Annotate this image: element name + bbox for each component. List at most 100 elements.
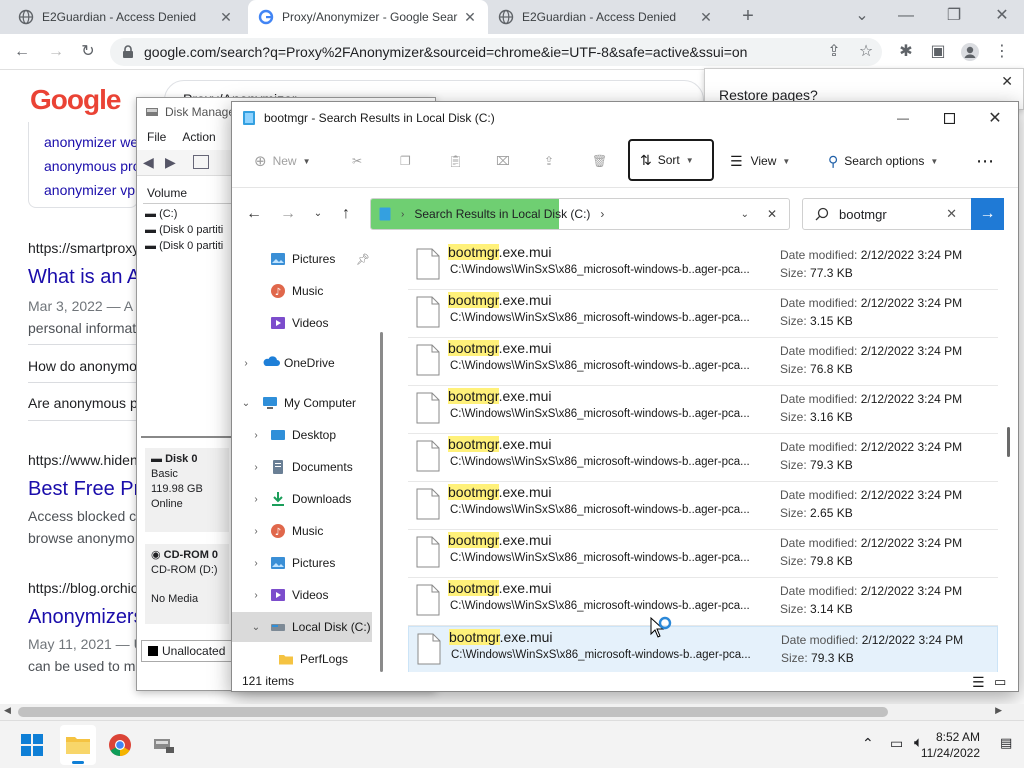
cdrom-panel[interactable]: ◉ CD-ROM 0 CD-ROM (D:) No Media <box>145 544 229 624</box>
scroll-left-icon[interactable]: ◀ <box>4 705 11 716</box>
chevron-right-icon[interactable]: › <box>600 207 604 221</box>
collapse-chevron-icon[interactable]: ⌄ <box>250 622 262 633</box>
forward-icon[interactable]: → <box>46 42 66 62</box>
copy-icon[interactable]: ❐ <box>392 146 419 176</box>
sidebar-item-downloads[interactable]: › Downloads <box>232 484 372 514</box>
show-hidden-icons-chevron-icon[interactable]: ⌃ <box>862 735 874 752</box>
delete-icon[interactable]: 🗑︎ <box>584 146 615 176</box>
related-question[interactable]: How do anonymo <box>28 358 137 374</box>
suggestion-item[interactable]: anonymous pro <box>44 158 141 174</box>
expand-chevron-icon[interactable]: › <box>240 358 252 369</box>
page-horizontal-scrollbar[interactable]: ◀ ▶ <box>0 704 1024 720</box>
search-go-button[interactable]: → <box>971 198 1004 230</box>
file-row[interactable]: bootmgr.exe.mui C:\Windows\WinSxS\x86_mic… <box>408 338 998 386</box>
start-windows-icon[interactable] <box>20 733 44 757</box>
expand-chevron-icon[interactable]: › <box>250 462 262 473</box>
expand-chevron-icon[interactable]: › <box>250 526 262 537</box>
scrollbar-thumb[interactable] <box>18 707 888 717</box>
sidebar-item-pictures[interactable]: › Pictures <box>232 548 372 578</box>
expand-chevron-icon[interactable]: › <box>250 558 262 569</box>
collapse-chevron-icon[interactable]: ⌄ <box>240 398 252 409</box>
column-header-volume[interactable]: Volume <box>143 186 243 204</box>
sort-button[interactable]: ⇅ Sort ▼ <box>628 139 714 181</box>
clear-address-icon[interactable]: ✕ <box>767 207 777 221</box>
sidebar-item-music[interactable]: › ♪ Music <box>232 516 372 546</box>
minimize-icon[interactable]: — <box>880 102 926 134</box>
maximize-icon[interactable] <box>926 102 972 134</box>
volume-row[interactable]: ▬ (C:) <box>145 208 177 220</box>
tab-search-icon[interactable]: ⌄ <box>852 6 872 26</box>
close-icon[interactable]: ✕ <box>972 102 1018 134</box>
close-icon[interactable]: ✕ <box>992 6 1012 26</box>
sidebar-item-local-disk[interactable]: ⌄ Local Disk (C:) <box>232 612 372 642</box>
share-icon[interactable]: ⇪ <box>536 146 562 176</box>
expand-chevron-icon[interactable]: › <box>250 430 262 441</box>
back-icon[interactable]: ← <box>12 42 32 62</box>
disk-management-taskbar-icon[interactable] <box>152 735 176 755</box>
extensions-icon[interactable]: ✱ <box>896 42 916 62</box>
details-view-icon[interactable]: ☰ <box>972 674 985 691</box>
search-options-button[interactable]: ⚲ Search options ▼ <box>820 146 946 176</box>
menu-kebab-icon[interactable]: ⋮ <box>992 42 1012 62</box>
bookmark-star-icon[interactable]: ☆ <box>856 42 876 62</box>
minimize-icon[interactable]: — <box>896 6 916 26</box>
forward-icon[interactable]: ▶ <box>165 154 176 171</box>
navigation-pane-scrollbar[interactable] <box>380 332 383 672</box>
disk-0-panel[interactable]: ▬ Disk 0 Basic 119.98 GB Online <box>145 448 229 532</box>
file-row[interactable]: bootmgr.exe.mui C:\Windows\WinSxS\x86_mic… <box>408 434 998 482</box>
sidebar-item-videos[interactable]: Videos <box>232 308 372 338</box>
close-icon[interactable]: ✕ <box>1001 73 1013 90</box>
reload-icon[interactable]: ↻ <box>78 42 98 62</box>
notifications-icon[interactable]: ▤ <box>1000 735 1012 751</box>
search-input[interactable]: bootmgr <box>839 207 887 222</box>
sidebar-item-music[interactable]: ♪ Music <box>232 276 372 306</box>
results-scrollbar[interactable] <box>1007 427 1010 457</box>
file-row[interactable]: bootmgr.exe.mui C:\Windows\WinSxS\x86_mic… <box>408 578 998 626</box>
back-icon[interactable]: ← <box>244 204 264 224</box>
network-icon[interactable]: ▭ <box>890 735 903 752</box>
address-bar[interactable]: google.com/search?q=Proxy%2FAnonymizer&s… <box>110 38 882 66</box>
scroll-right-icon[interactable]: ▶ <box>995 705 1002 716</box>
cut-icon[interactable]: ✂ <box>344 146 370 176</box>
sidebar-item-desktop[interactable]: › Desktop <box>232 420 372 450</box>
browser-tab-2[interactable]: Proxy/Anonymizer - Google Sear ✕ <box>248 0 488 34</box>
result-title-link[interactable]: Anonymizers <box>28 606 144 629</box>
suggestion-item[interactable]: anonymizer vp <box>44 182 135 198</box>
share-icon[interactable]: ⇪ <box>824 42 844 62</box>
sidebar-item-pictures[interactable]: Pictures 📌︎ <box>232 244 372 274</box>
file-row[interactable]: bootmgr.exe.mui C:\Windows\WinSxS\x86_mic… <box>408 242 998 290</box>
profile-icon[interactable] <box>960 42 980 62</box>
restore-icon[interactable]: ❐ <box>944 6 964 26</box>
pin-icon[interactable]: 📌︎ <box>356 253 370 266</box>
rename-icon[interactable]: ⌧ <box>488 146 518 176</box>
address-bar[interactable]: › Search Results in Local Disk (C:) › ⌄ … <box>370 198 790 230</box>
explorer-titlebar[interactable]: bootmgr - Search Results in Local Disk (… <box>232 102 1018 134</box>
suggestion-item[interactable]: anonymizer we <box>44 134 138 150</box>
related-question[interactable]: Are anonymous p <box>28 395 138 411</box>
sidebar-item-documents[interactable]: › Documents <box>232 452 372 482</box>
close-tab-icon[interactable]: ✕ <box>218 9 234 26</box>
view-button[interactable]: ☰ View ▼ <box>722 146 798 176</box>
recent-locations-chevron-icon[interactable]: ⌄ <box>308 204 328 224</box>
file-row[interactable]: bootmgr.exe.mui C:\Windows\WinSxS\x86_mic… <box>408 626 998 672</box>
browser-tab-1[interactable]: E2Guardian - Access Denied ✕ <box>8 0 244 34</box>
search-box[interactable]: bootmgr ✕ <box>802 198 984 230</box>
close-tab-icon[interactable]: ✕ <box>462 9 478 26</box>
sidebar-item-my-computer[interactable]: ⌄ My Computer <box>232 388 372 418</box>
up-icon[interactable]: ↑ <box>336 204 356 224</box>
expand-chevron-icon[interactable]: › <box>250 494 262 505</box>
expand-chevron-icon[interactable]: › <box>250 590 262 601</box>
browser-tab-3[interactable]: E2Guardian - Access Denied ✕ <box>488 0 724 34</box>
console-tree-icon[interactable] <box>193 155 209 169</box>
menu-action[interactable]: Action <box>182 130 215 144</box>
forward-icon[interactable]: → <box>278 204 298 224</box>
new-button[interactable]: ⊕ New ▼ <box>246 146 319 176</box>
result-title-link[interactable]: What is an A <box>28 266 140 289</box>
sidebar-item-perflogs[interactable]: PerfLogs <box>232 644 372 674</box>
file-explorer-taskbar-button[interactable] <box>60 725 96 765</box>
system-clock[interactable]: 8:52 AM 11/24/2022 <box>921 729 980 761</box>
close-tab-icon[interactable]: ✕ <box>698 9 714 26</box>
more-options-icon[interactable]: ⋯ <box>968 146 1002 176</box>
new-tab-icon[interactable]: + <box>738 6 758 26</box>
volume-row[interactable]: ▬ (Disk 0 partiti <box>145 240 223 252</box>
